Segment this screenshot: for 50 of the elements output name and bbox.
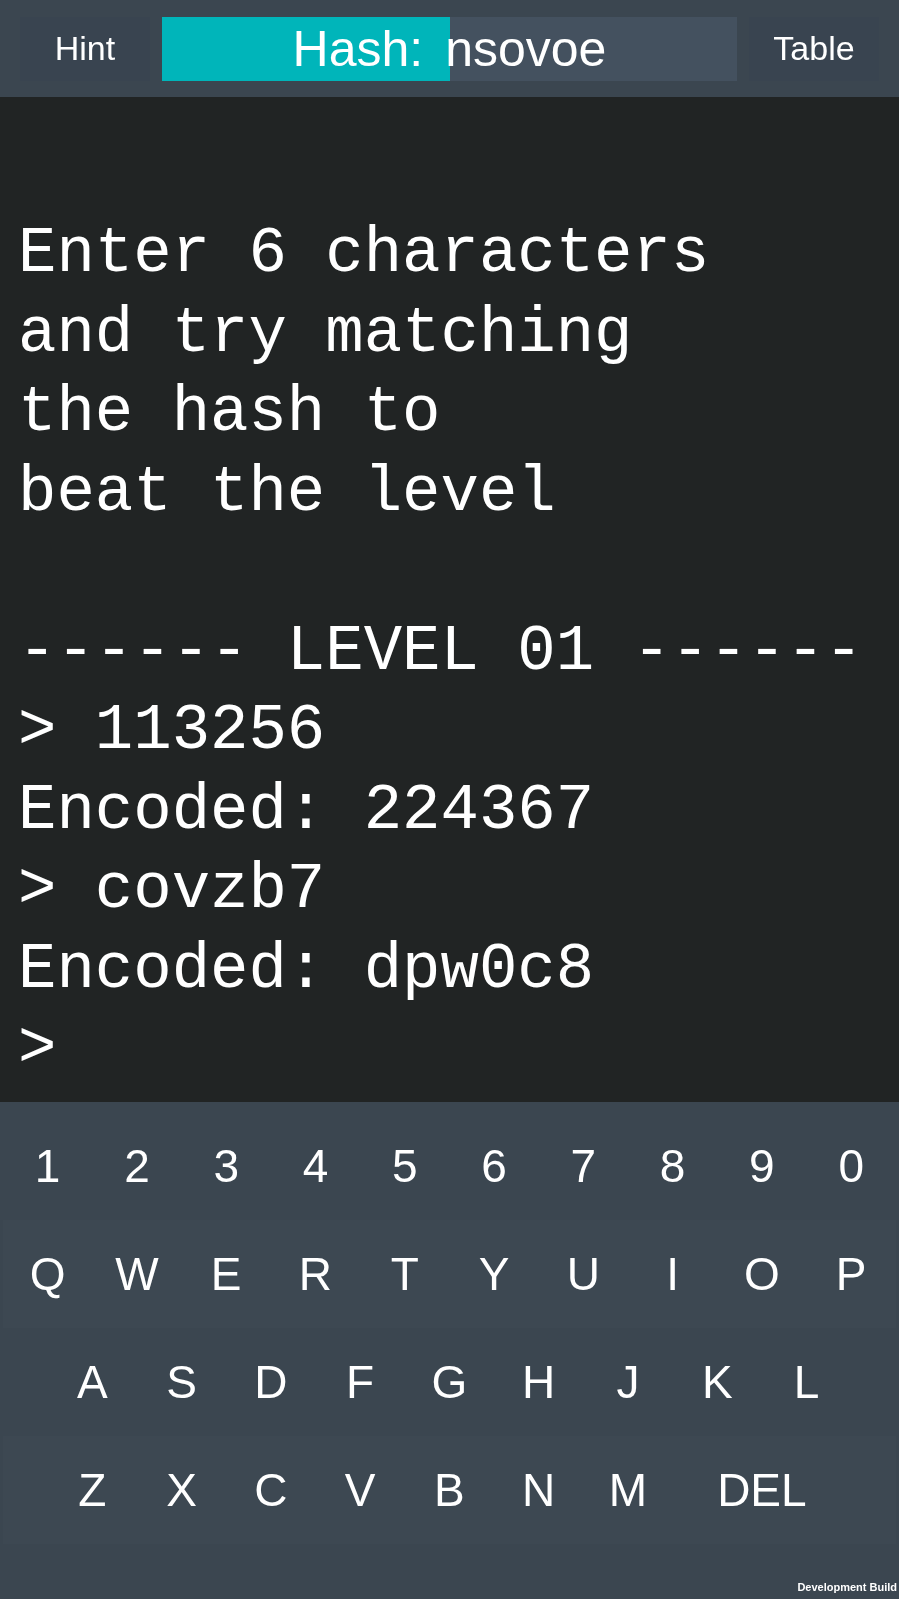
keyboard-key[interactable]: Z (47, 1445, 137, 1535)
keyboard-key[interactable]: 7 (538, 1121, 628, 1211)
terminal-line: beat the level (18, 455, 557, 531)
keyboard-key[interactable]: N (494, 1445, 584, 1535)
keyboard-key[interactable]: 0 (806, 1121, 896, 1211)
keyboard-key[interactable]: D (226, 1337, 316, 1427)
terminal-line: ------ LEVEL 01 ------ (18, 614, 864, 690)
terminal-line: > (18, 1012, 58, 1087)
keyboard-key[interactable]: 9 (717, 1121, 807, 1211)
keyboard-key[interactable]: A (47, 1337, 137, 1427)
keyboard-key[interactable]: DEL (672, 1445, 852, 1535)
keyboard-key[interactable]: Y (449, 1229, 539, 1319)
build-label: Development Build (797, 1579, 897, 1595)
keyboard-key[interactable]: 4 (270, 1121, 361, 1211)
keyboard-key[interactable]: 1 (3, 1121, 93, 1211)
keyboard-key[interactable]: 5 (360, 1121, 450, 1211)
terminal-line: the hash to (18, 376, 442, 451)
keyboard-key[interactable]: 8 (627, 1121, 718, 1211)
keyboard-key[interactable]: 2 (92, 1121, 182, 1211)
keyboard-key[interactable]: T (360, 1229, 450, 1319)
keyboard-key[interactable]: B (404, 1445, 495, 1535)
keyboard-key[interactable]: G (404, 1337, 495, 1427)
keyboard-key[interactable]: 6 (449, 1121, 539, 1211)
keyboard-key[interactable]: X (136, 1445, 227, 1535)
keyboard-key[interactable]: E (181, 1229, 271, 1319)
keyboard-key[interactable]: L (761, 1337, 852, 1427)
terminal-line: Encoded: 224367 (18, 773, 596, 849)
hash-value: nsovoe (445, 23, 607, 74)
terminal-line: and try matching (18, 296, 634, 372)
terminal-line: > covzb7 (18, 853, 327, 928)
hash-label: Hash: (292, 23, 424, 74)
terminal-line: Encoded: dpw0c8 (18, 932, 596, 1008)
keyboard-key[interactable]: W (92, 1229, 182, 1319)
keyboard-key[interactable]: V (315, 1445, 405, 1535)
keyboard-key[interactable]: 3 (181, 1121, 271, 1211)
keyboard-key[interactable]: F (315, 1337, 405, 1427)
keyboard-key[interactable]: J (583, 1337, 673, 1427)
keyboard-key[interactable]: S (136, 1337, 227, 1427)
keyboard-key[interactable]: H (494, 1337, 584, 1427)
keyboard-key[interactable]: O (717, 1229, 807, 1319)
keyboard-key[interactable]: Q (3, 1229, 93, 1319)
terminal-line: > 113256 (18, 694, 327, 769)
keyboard-key[interactable]: M (583, 1445, 673, 1535)
keyboard-key[interactable]: U (538, 1229, 628, 1319)
terminal-line: Enter 6 characters (18, 217, 711, 292)
keyboard-key[interactable]: P (806, 1229, 896, 1319)
keyboard-key[interactable]: K (672, 1337, 762, 1427)
keyboard-key[interactable]: C (226, 1445, 316, 1535)
keyboard-key[interactable]: I (627, 1229, 718, 1319)
keyboard-key[interactable]: R (270, 1229, 361, 1319)
